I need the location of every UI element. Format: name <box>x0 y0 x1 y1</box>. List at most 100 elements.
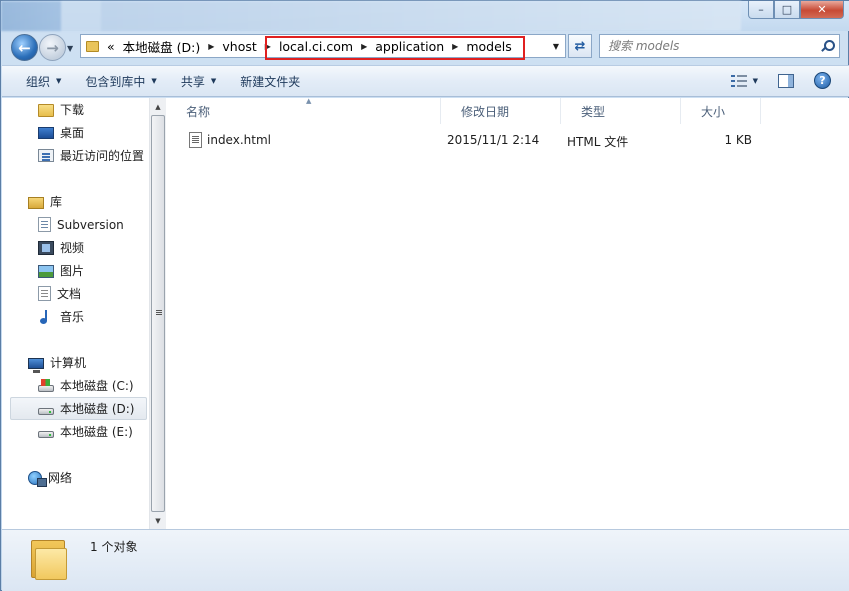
folder-icon <box>86 40 99 52</box>
navigation-row: ← → ▼ « 本地磁盘 (D:) ▶ vhost ▶ local.ci.com… <box>1 31 849 63</box>
navigation-scrollbar[interactable]: ▲ ▼ <box>149 98 166 529</box>
organize-button[interactable]: 组织 ▼ <box>26 73 61 90</box>
libraries-icon <box>28 196 44 209</box>
file-name: index.html <box>207 133 271 147</box>
nav-label: 最近访问的位置 <box>60 149 145 163</box>
document-icon <box>38 286 51 301</box>
nav-item-pictures[interactable]: 图片 <box>38 259 84 282</box>
nav-item-drive-e[interactable]: 本地磁盘 (E:) <box>38 420 133 443</box>
details-pane: 1 个对象 <box>2 529 849 591</box>
column-header-modified[interactable]: 修改日期 <box>441 98 561 124</box>
scroll-down-arrow-icon[interactable]: ▼ <box>150 512 166 529</box>
blurred-taskbar-region <box>1 1 741 31</box>
nav-item-drive-d[interactable]: 本地磁盘 (D:) <box>10 397 147 420</box>
crumb-models[interactable]: models <box>466 39 511 54</box>
recent-pages-dropdown[interactable]: ▼ <box>67 44 73 53</box>
downloads-folder-icon <box>38 104 54 117</box>
nav-label: 视频 <box>60 241 85 255</box>
nav-label: 图片 <box>60 264 85 278</box>
nav-label: Subversion <box>57 217 124 232</box>
organize-label: 组织 <box>26 74 51 89</box>
column-label: 名称 <box>186 104 211 119</box>
nav-label: 桌面 <box>60 126 85 140</box>
address-bar[interactable]: « 本地磁盘 (D:) ▶ vhost ▶ local.ci.com ▶ app… <box>80 34 566 58</box>
crumb-separator-icon[interactable]: ▶ <box>208 42 214 51</box>
nav-label: 下载 <box>60 103 85 117</box>
preview-pane-icon[interactable] <box>778 73 794 88</box>
include-in-library-button[interactable]: 包含到库中 ▼ <box>85 73 156 90</box>
nav-item-libraries[interactable]: 库 <box>28 190 62 213</box>
arrow-left-icon: ← <box>18 38 31 57</box>
nav-label: 本地磁盘 (C:) <box>60 379 134 393</box>
search-input[interactable] <box>608 36 818 56</box>
search-box[interactable] <box>599 34 840 58</box>
crumb-local-ci-com[interactable]: local.ci.com <box>279 39 353 54</box>
music-note-icon <box>38 309 54 325</box>
file-modified: 2015/11/1 2:14 <box>447 133 540 147</box>
address-overflow[interactable]: « <box>107 39 115 54</box>
computer-icon <box>28 357 44 373</box>
title-bar: – □ ✕ <box>1 1 849 31</box>
system-drive-icon <box>38 379 54 392</box>
caption-buttons: – □ ✕ <box>748 1 844 19</box>
close-button[interactable]: ✕ <box>800 1 844 19</box>
nav-item-desktop[interactable]: 桌面 <box>38 121 84 144</box>
view-options-icon[interactable] <box>730 74 747 88</box>
crumb-vhost[interactable]: vhost <box>222 39 256 54</box>
nav-item-documents[interactable]: 文档 <box>38 282 81 305</box>
share-label: 共享 <box>180 74 205 89</box>
desktop-icon <box>38 127 54 139</box>
nav-item-subversion[interactable]: Subversion <box>38 213 124 236</box>
crumb-separator-icon[interactable]: ▶ <box>265 42 271 51</box>
nav-label: 本地磁盘 (D:) <box>60 402 135 416</box>
forward-button[interactable]: → <box>39 34 66 61</box>
scroll-up-arrow-icon[interactable]: ▲ <box>150 98 166 115</box>
include-in-library-label: 包含到库中 <box>85 74 146 89</box>
nav-item-videos[interactable]: 视频 <box>38 236 84 259</box>
nav-item-music[interactable]: 音乐 <box>38 305 84 328</box>
column-header-name[interactable]: 名称 ▲ <box>166 97 441 124</box>
file-list-pane[interactable]: 名称 ▲ 修改日期 类型 大小 index.html 2015/11/1 2:1… <box>166 97 849 529</box>
arrow-right-icon: → <box>46 38 59 57</box>
nav-item-computer[interactable]: 计算机 <box>28 351 86 374</box>
picture-icon <box>38 264 54 278</box>
nav-label: 库 <box>50 195 63 209</box>
share-button[interactable]: 共享 ▼ <box>181 73 216 90</box>
explorer-window: – □ ✕ ← → ▼ « 本地磁盘 (D:) ▶ vhost ▶ local.… <box>0 0 849 591</box>
crumb-separator-icon[interactable]: ▶ <box>452 42 458 51</box>
navigation-tree: 下载 桌面 最近访问的位置 库 Subversion 视频 图片 文档 音乐 计… <box>2 98 149 529</box>
column-label: 大小 <box>701 104 726 119</box>
nav-label: 本地磁盘 (E:) <box>60 425 133 439</box>
column-header-type[interactable]: 类型 <box>561 98 681 124</box>
toolbar-right-group: ▼ ? <box>730 72 831 89</box>
nav-item-downloads[interactable]: 下载 <box>38 98 84 121</box>
sort-ascending-icon: ▲ <box>306 97 312 105</box>
minimize-button[interactable]: – <box>748 1 774 19</box>
refresh-button[interactable]: ⇄ <box>568 34 592 58</box>
address-history-dropdown[interactable]: ▼ <box>553 42 559 51</box>
refresh-icon: ⇄ <box>574 38 586 54</box>
drive-icon <box>38 408 54 415</box>
help-icon[interactable]: ? <box>814 72 831 89</box>
search-icon[interactable] <box>821 39 835 53</box>
chevron-down-icon: ▼ <box>151 77 157 85</box>
chevron-down-icon: ▼ <box>56 77 62 85</box>
crumb-drive-d[interactable]: 本地磁盘 (D:) <box>123 37 201 56</box>
file-row[interactable]: index.html 2015/11/1 2:14 HTML 文件 1 KB <box>184 129 834 151</box>
nav-item-drive-c[interactable]: 本地磁盘 (C:) <box>38 374 134 397</box>
crumb-application[interactable]: application <box>375 39 444 54</box>
column-header-size[interactable]: 大小 <box>681 98 761 124</box>
nav-label: 文档 <box>57 287 82 301</box>
crumb-separator-icon[interactable]: ▶ <box>361 42 367 51</box>
file-type: HTML 文件 <box>567 135 629 149</box>
command-bar: 组织 ▼ 包含到库中 ▼ 共享 ▼ 新建文件夹 ▼ ? <box>2 65 849 97</box>
view-options-dropdown[interactable]: ▼ <box>753 77 758 85</box>
scrollbar-thumb[interactable] <box>151 115 165 512</box>
column-label: 类型 <box>581 104 606 119</box>
nav-label: 音乐 <box>60 310 85 324</box>
maximize-button[interactable]: □ <box>774 1 800 19</box>
back-button[interactable]: ← <box>11 34 38 61</box>
nav-item-network[interactable]: 网络 <box>28 466 72 489</box>
nav-item-recent-places[interactable]: 最近访问的位置 <box>38 144 144 167</box>
new-folder-button[interactable]: 新建文件夹 <box>240 73 300 90</box>
